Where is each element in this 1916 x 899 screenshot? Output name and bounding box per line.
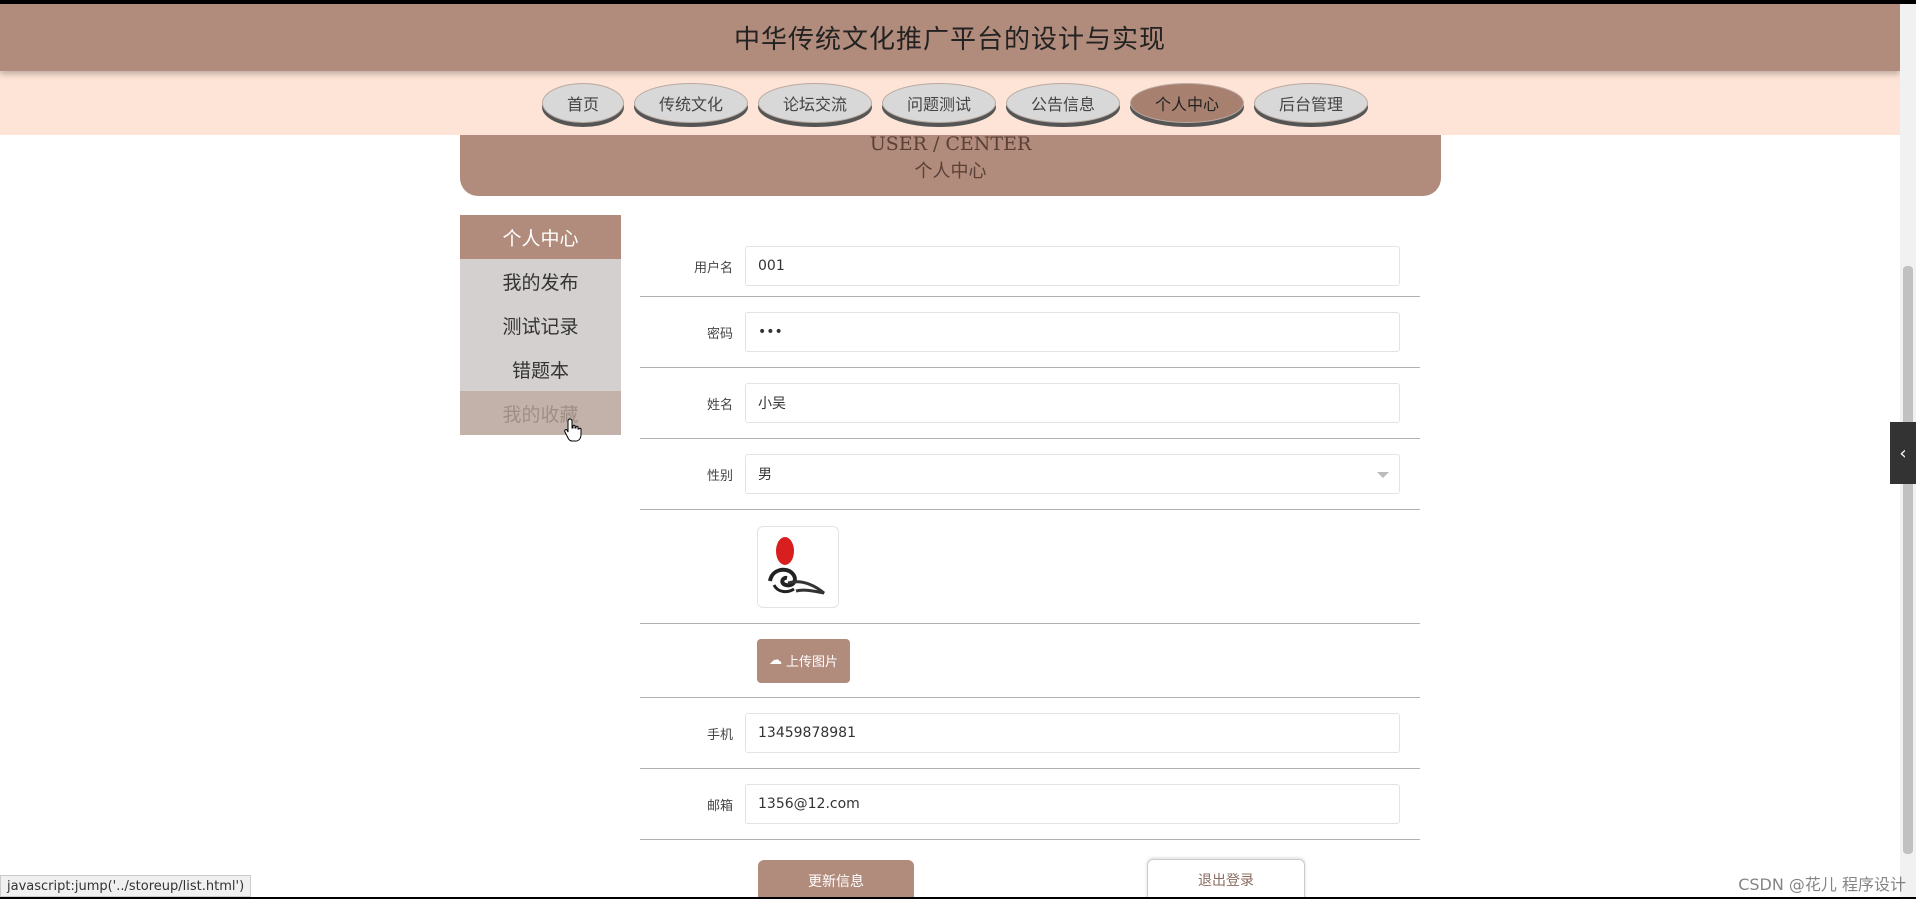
site-title: 中华传统文化推广平台的设计与实现 <box>733 25 1166 55</box>
name-label: 姓名 <box>706 397 733 413</box>
side-item-my-posts[interactable]: 我的发布 <box>460 259 621 303</box>
form-row-username: 用户名 001 <box>640 236 1420 297</box>
username-input[interactable]: 001 <box>745 246 1400 286</box>
nav-item-forum[interactable]: 论坛交流 <box>758 83 872 123</box>
nav-item-notice[interactable]: 公告信息 <box>1006 83 1120 123</box>
gender-value: 男 <box>758 467 772 483</box>
gender-label: 性别 <box>706 468 733 484</box>
update-info-button[interactable]: 更新信息 <box>758 860 914 897</box>
form-row-password: 密码 ••• <box>640 297 1420 368</box>
banner-cn-title: 个人中心 <box>914 161 987 182</box>
top-header: 中华传统文化推广平台的设计与实现 <box>0 4 1900 71</box>
hand-cursor-icon <box>564 418 582 442</box>
form-row-upload: ☁ 上传图片 <box>640 624 1420 698</box>
password-input[interactable]: ••• <box>745 312 1400 352</box>
username-label: 用户名 <box>693 260 733 276</box>
avatar-image-icon <box>768 536 825 594</box>
cloud-upload-icon: ☁ <box>768 653 782 668</box>
nav-item-culture[interactable]: 传统文化 <box>634 83 748 123</box>
watermark: CSDN @花儿 程序设计 <box>1738 875 1906 894</box>
side-item-wrong-questions[interactable]: 错题本 <box>460 347 621 391</box>
email-input[interactable]: 1356@12.com <box>745 784 1400 824</box>
nav-item-user-center[interactable]: 个人中心 <box>1130 83 1244 123</box>
name-input[interactable]: 小吴 <box>745 383 1400 423</box>
page: 中华传统文化推广平台的设计与实现 首页 传统文化 论坛交流 问题测试 公告信息 … <box>0 4 1916 897</box>
upload-button-label: 上传图片 <box>785 655 838 670</box>
scrollbar-thumb[interactable] <box>1903 266 1913 854</box>
nav-item-home[interactable]: 首页 <box>542 83 624 123</box>
side-item-user-center[interactable]: 个人中心 <box>460 215 621 259</box>
side-item-test-records[interactable]: 测试记录 <box>460 303 621 347</box>
form-row-phone: 手机 13459878981 <box>640 698 1420 769</box>
phone-input[interactable]: 13459878981 <box>745 713 1400 753</box>
profile-form: 用户名 001 密码 ••• 姓名 小吴 性别 男 ☁ 上传图片 手机 1345… <box>640 236 1420 840</box>
side-menu: 个人中心 我的发布 测试记录 错题本 我的收藏 <box>460 215 621 435</box>
upload-image-button[interactable]: ☁ 上传图片 <box>757 638 850 683</box>
logout-button[interactable]: 退出登录 <box>1147 859 1305 897</box>
avatar <box>757 525 839 608</box>
chevron-left-icon: ‹ <box>1899 442 1907 464</box>
main-nav: 首页 传统文化 论坛交流 问题测试 公告信息 个人中心 后台管理 <box>0 71 1900 135</box>
nav-item-quiz[interactable]: 问题测试 <box>882 83 996 123</box>
side-collapse-tab[interactable]: ‹ <box>1890 422 1916 484</box>
chevron-down-icon <box>1377 472 1389 478</box>
form-row-email: 邮箱 1356@12.com <box>640 769 1420 840</box>
section-banner: USER / CENTER 个人中心 <box>460 131 1441 196</box>
browser-status-bar: javascript:jump('../storeup/list.html') <box>0 875 252 897</box>
email-label: 邮箱 <box>706 798 733 814</box>
form-row-gender: 性别 男 <box>640 439 1420 510</box>
nav-list: 首页 传统文化 论坛交流 问题测试 公告信息 个人中心 后台管理 <box>542 83 1368 123</box>
phone-label: 手机 <box>706 727 733 743</box>
nav-item-admin[interactable]: 后台管理 <box>1254 83 1368 123</box>
gender-select[interactable]: 男 <box>745 454 1400 494</box>
form-row-name: 姓名 小吴 <box>640 368 1420 439</box>
side-item-favorites[interactable]: 我的收藏 <box>460 391 621 435</box>
form-row-avatar <box>640 510 1420 624</box>
password-label: 密码 <box>706 326 733 342</box>
